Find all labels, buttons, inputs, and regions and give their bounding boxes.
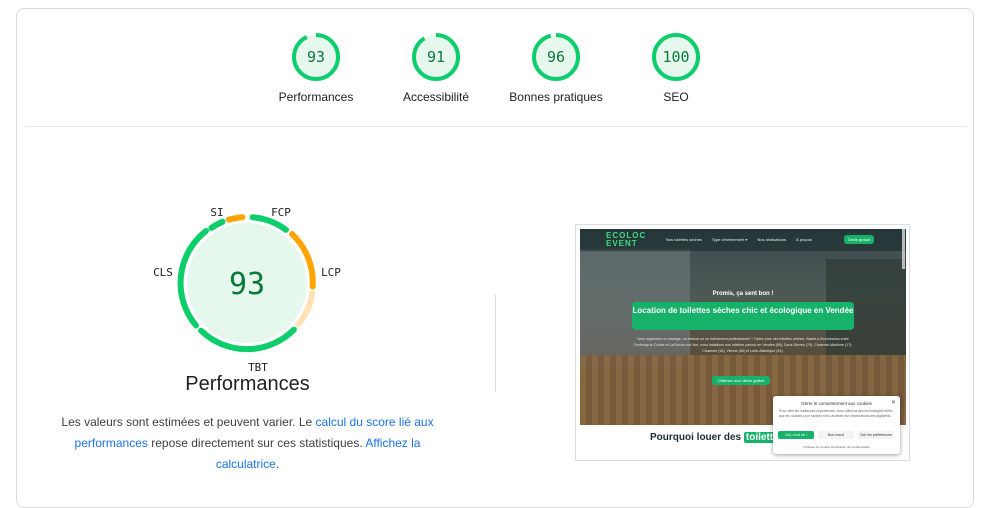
- score-note: Les valeurs sont estimées et peuvent var…: [60, 412, 435, 475]
- nav-link: Nos toilettes sèches: [666, 237, 702, 242]
- nav-link: Nos réalisations: [757, 237, 786, 242]
- score-value: 93: [307, 48, 325, 66]
- metric-si-label: SI: [210, 206, 223, 219]
- metric-lcp-label: LCP: [321, 266, 341, 279]
- close-icon: ✕: [890, 400, 896, 406]
- gauge-label: Accessibilité: [402, 90, 470, 104]
- site-nav: ECOLOC EVENT Nos toilettes sèches Type d'é…: [580, 229, 906, 251]
- cookie-refuse-button: Non merci: [818, 431, 854, 439]
- scrollbar-thumb: [902, 229, 905, 269]
- cookie-title: Gérer le consentement aux cookies: [801, 401, 872, 406]
- note-text: Les valeurs sont estimées et peuvent var…: [61, 415, 316, 429]
- page-screenshot[interactable]: ECOLOC EVENT Nos toilettes sèches Type d'é…: [575, 224, 910, 461]
- si-arc: [225, 214, 246, 223]
- gauge-bonnes-pratiques[interactable]: 96 Bonnes pratiques: [496, 32, 616, 104]
- score-ring: 100: [652, 33, 700, 81]
- note-text: .: [275, 457, 280, 471]
- score-value: 91: [427, 48, 445, 66]
- vertical-divider: [495, 294, 496, 392]
- gauge-accessibilite[interactable]: 91 Accessibilité: [376, 32, 496, 104]
- section-heading: Pourquoi louer des toilettes: [650, 432, 787, 443]
- performance-score: 93: [229, 267, 265, 302]
- hero-subtext: Vous organisez un mariage, un festival o…: [633, 337, 853, 353]
- nav-link: À propos: [795, 237, 812, 242]
- cookie-accept-button: Oui, c'est ok !: [778, 431, 814, 439]
- score-value: 96: [547, 48, 565, 66]
- hero-cta-button: Obtenez mon devis gratuit: [712, 376, 770, 385]
- score-value: 100: [662, 48, 689, 66]
- cookie-links: Politique de cookies Déclaration de conf…: [803, 445, 870, 449]
- si-arc-green: [208, 218, 226, 231]
- hero-kicker: Promis, ça sent bon !: [712, 291, 774, 297]
- note-text: repose directement sur ces statistiques.: [147, 436, 366, 450]
- gauge-performances[interactable]: 93 Performances: [256, 32, 376, 104]
- metric-cls-label: CLS: [153, 266, 173, 279]
- performance-gauge: SI FCP LCP TBT CLS 93: [153, 206, 341, 374]
- performance-title: Performances: [185, 373, 310, 395]
- metric-fcp-label: FCP: [271, 206, 291, 219]
- site-logo: ECOLOC EVENT: [606, 231, 647, 248]
- category-gauges: 93 Performances 91 Accessibilité 96 Bonn…: [0, 0, 985, 120]
- gauge-label: Bonnes pratiques: [509, 90, 603, 104]
- score-ring: 93: [292, 33, 340, 81]
- hero-headline: Location de toilettes sèches chic et éco…: [632, 302, 854, 330]
- gauge-label: Performances: [278, 90, 354, 104]
- nav-link: Type d'événement ▾: [711, 237, 748, 242]
- site-nav-links: Nos toilettes sèches Type d'événement ▾ No…: [666, 237, 822, 242]
- nav-cta-button: Devis gratuit: [844, 235, 874, 244]
- score-ring: 96: [532, 33, 580, 81]
- gauge-seo[interactable]: 100 SEO: [616, 32, 736, 104]
- cookie-description: Pour offrir les meilleures expériences, …: [779, 409, 893, 418]
- section-divider: [25, 126, 967, 127]
- cookie-banner: Gérer le consentement aux cookies ✕ Pour…: [773, 396, 900, 454]
- score-ring: 91: [412, 33, 460, 81]
- gauge-label: SEO: [663, 90, 689, 104]
- cookie-preferences-button: Voir les préférences: [858, 431, 894, 439]
